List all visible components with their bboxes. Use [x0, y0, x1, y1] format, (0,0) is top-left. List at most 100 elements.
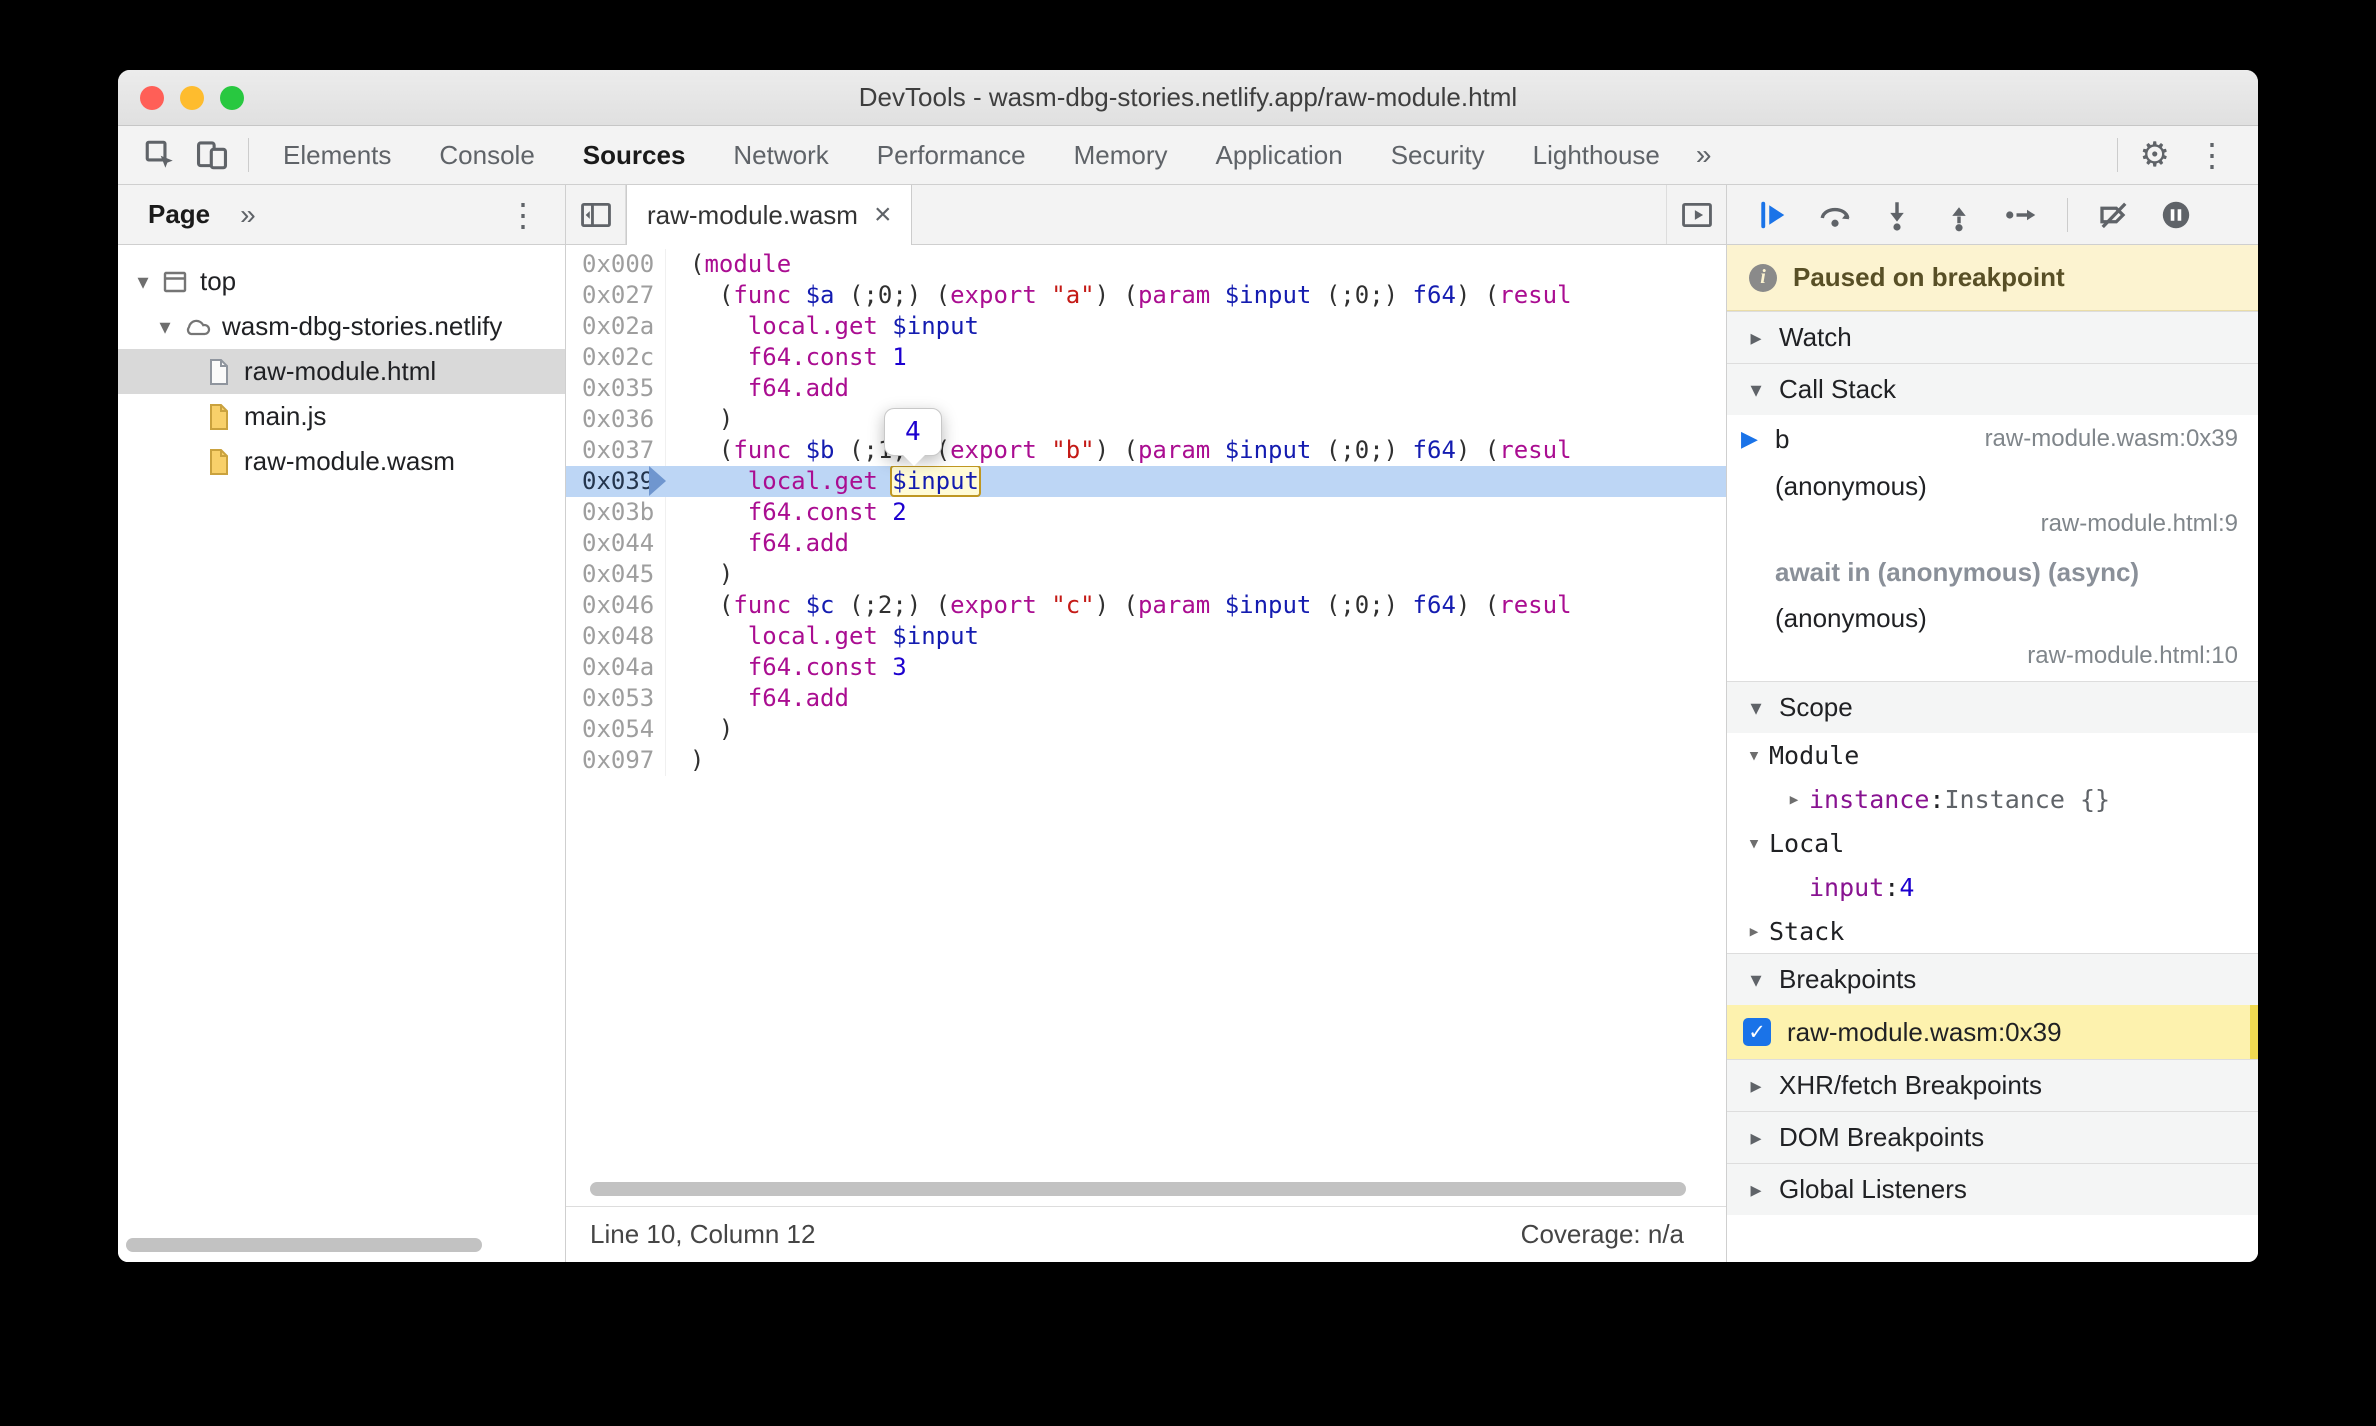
code-text[interactable]: )	[666, 404, 1726, 435]
disclosure-triangle-icon[interactable]: ▸	[1741, 1177, 1771, 1203]
line-offset[interactable]: 0x097	[566, 745, 666, 776]
code-line-0x053[interactable]: 0x053 f64.add	[566, 683, 1726, 714]
tab-performance[interactable]: Performance	[853, 126, 1050, 184]
code-line-0x02c[interactable]: 0x02c f64.const 1	[566, 342, 1726, 373]
line-offset[interactable]: 0x027	[566, 280, 666, 311]
code-text[interactable]: local.get $input	[666, 621, 1726, 652]
section-xhr-breakpoints[interactable]: ▸ XHR/fetch Breakpoints	[1727, 1059, 2258, 1111]
inspect-element-button[interactable]	[134, 131, 186, 179]
tree-item-raw-module-wasm[interactable]: raw-module.wasm	[118, 439, 565, 484]
scope-row-stack[interactable]: ▸ Stack	[1727, 909, 2258, 953]
code-text[interactable]: f64.const 3	[666, 652, 1726, 683]
close-window-button[interactable]	[140, 85, 164, 110]
code-line-0x037[interactable]: 0x037 (func $b (;1;) (export "b") (param…	[566, 435, 1726, 466]
line-offset[interactable]: 0x02c	[566, 342, 666, 373]
breakpoint-checkbox[interactable]: ✓	[1743, 1018, 1771, 1046]
code-line-0x054[interactable]: 0x054 )	[566, 714, 1726, 745]
tree-item-top[interactable]: ▾ top	[118, 259, 565, 304]
disclosure-triangle-icon[interactable]: ▾	[1739, 743, 1769, 768]
window-titlebar[interactable]: DevTools - wasm-dbg-stories.netlify.app/…	[118, 70, 2258, 126]
scope-row-instance[interactable]: ▸ instance: Instance {}	[1727, 777, 2258, 821]
code-text[interactable]: (func $b (;1;) (export "b") (param $inpu…	[666, 435, 1726, 466]
disclosure-triangle-icon[interactable]: ▾	[150, 314, 180, 340]
tree-item-raw-module-html[interactable]: raw-module.html	[118, 349, 565, 394]
code-text[interactable]: f64.const 2	[666, 497, 1726, 528]
code-line-0x039[interactable]: 0x039 local.get $input	[566, 466, 1726, 497]
disclosure-triangle-icon[interactable]: ▾	[1741, 967, 1771, 993]
tab-application[interactable]: Application	[1192, 126, 1367, 184]
section-dom-breakpoints[interactable]: ▸ DOM Breakpoints	[1727, 1111, 2258, 1163]
code-line-0x03b[interactable]: 0x03b f64.const 2	[566, 497, 1726, 528]
resume-button[interactable]	[1747, 191, 1799, 239]
code-line-0x046[interactable]: 0x046 (func $c (;2;) (export "c") (param…	[566, 590, 1726, 621]
close-tab-icon[interactable]: ×	[874, 198, 892, 232]
code-text[interactable]: f64.const 1	[666, 342, 1726, 373]
code-line-0x036[interactable]: 0x036 )	[566, 404, 1726, 435]
line-offset[interactable]: 0x045	[566, 559, 666, 590]
minimize-window-button[interactable]	[180, 85, 204, 110]
zoom-window-button[interactable]	[220, 85, 244, 110]
tab-sources[interactable]: Sources	[559, 126, 710, 184]
code-line-0x048[interactable]: 0x048 local.get $input	[566, 621, 1726, 652]
navigator-menu-icon[interactable]: ⋮	[493, 196, 553, 234]
line-offset[interactable]: 0x04a	[566, 652, 666, 683]
disclosure-triangle-icon[interactable]: ▾	[1741, 377, 1771, 403]
tab-elements[interactable]: Elements	[259, 126, 415, 184]
disclosure-triangle-icon[interactable]: ▸	[1741, 1125, 1771, 1151]
line-offset[interactable]: 0x035	[566, 373, 666, 404]
disclosure-triangle-icon[interactable]: ▾	[1741, 695, 1771, 721]
code-text[interactable]: (func $a (;0;) (export "a") (param $inpu…	[666, 280, 1726, 311]
disclosure-triangle-icon[interactable]: ▸	[1741, 325, 1771, 351]
more-tabs-icon[interactable]: »	[1684, 139, 1724, 171]
tab-page[interactable]: Page	[130, 199, 228, 230]
section-call-stack[interactable]: ▾ Call Stack	[1727, 363, 2258, 415]
step-into-button[interactable]	[1871, 191, 1923, 239]
call-stack-frame[interactable]: (anonymous) raw-module.html:10	[1727, 595, 2258, 681]
settings-gear-icon[interactable]: ⚙	[2128, 135, 2182, 175]
code-line-0x000[interactable]: 0x000 (module	[566, 249, 1726, 280]
line-offset[interactable]: 0x02a	[566, 311, 666, 342]
scope-row-module[interactable]: ▾ Module	[1727, 733, 2258, 777]
line-offset[interactable]: 0x053	[566, 683, 666, 714]
line-offset[interactable]: 0x054	[566, 714, 666, 745]
scope-row-local[interactable]: ▾ Local	[1727, 821, 2258, 865]
toggle-navigator-button[interactable]	[566, 185, 626, 244]
devtools-menu-icon[interactable]: ⋮	[2182, 136, 2242, 174]
line-offset[interactable]: 0x039	[566, 466, 666, 497]
tab-security[interactable]: Security	[1367, 126, 1509, 184]
navigator-horizontal-scrollbar[interactable]	[126, 1238, 482, 1252]
section-scope[interactable]: ▾ Scope	[1727, 681, 2258, 733]
section-global-listeners[interactable]: ▸ Global Listeners	[1727, 1163, 2258, 1215]
line-offset[interactable]: 0x046	[566, 590, 666, 621]
pause-on-exceptions-button[interactable]	[2150, 191, 2202, 239]
code-line-0x027[interactable]: 0x027 (func $a (;0;) (export "a") (param…	[566, 280, 1726, 311]
line-offset[interactable]: 0x048	[566, 621, 666, 652]
tree-item-main-js[interactable]: main.js	[118, 394, 565, 439]
editor-horizontal-scrollbar[interactable]	[590, 1182, 1686, 1196]
section-watch[interactable]: ▸ Watch	[1727, 311, 2258, 363]
code-text[interactable]: f64.add	[666, 683, 1726, 714]
disclosure-triangle-icon[interactable]: ▾	[128, 269, 158, 295]
code-text[interactable]: f64.add	[666, 528, 1726, 559]
disclosure-triangle-icon[interactable]: ▸	[1779, 787, 1809, 812]
tab-lighthouse[interactable]: Lighthouse	[1509, 126, 1684, 184]
code-text[interactable]: )	[666, 745, 1726, 776]
line-offset[interactable]: 0x03b	[566, 497, 666, 528]
line-offset[interactable]: 0x044	[566, 528, 666, 559]
code-text[interactable]: )	[666, 714, 1726, 745]
code-text[interactable]: local.get $input	[666, 466, 1726, 497]
disclosure-triangle-icon[interactable]: ▾	[1739, 831, 1769, 856]
code-text[interactable]: (func $c (;2;) (export "c") (param $inpu…	[666, 590, 1726, 621]
tree-item-wasm-dbg-stories-netlify[interactable]: ▾ wasm-dbg-stories.netlify	[118, 304, 565, 349]
section-breakpoints[interactable]: ▾ Breakpoints	[1727, 953, 2258, 1005]
code-line-0x097[interactable]: 0x097)	[566, 745, 1726, 776]
toggle-debugger-sidebar-button[interactable]	[1666, 185, 1726, 244]
navigator-more-tabs-icon[interactable]: »	[228, 199, 268, 231]
breakpoint-item[interactable]: ✓ raw-module.wasm:0x39	[1727, 1005, 2258, 1059]
code-line-0x044[interactable]: 0x044 f64.add	[566, 528, 1726, 559]
call-stack-frame[interactable]: ▶ b raw-module.wasm:0x39	[1727, 415, 2258, 463]
tab-console[interactable]: Console	[415, 126, 558, 184]
code-text[interactable]: )	[666, 559, 1726, 590]
code-line-0x02a[interactable]: 0x02a local.get $input	[566, 311, 1726, 342]
line-offset[interactable]: 0x000	[566, 249, 666, 280]
